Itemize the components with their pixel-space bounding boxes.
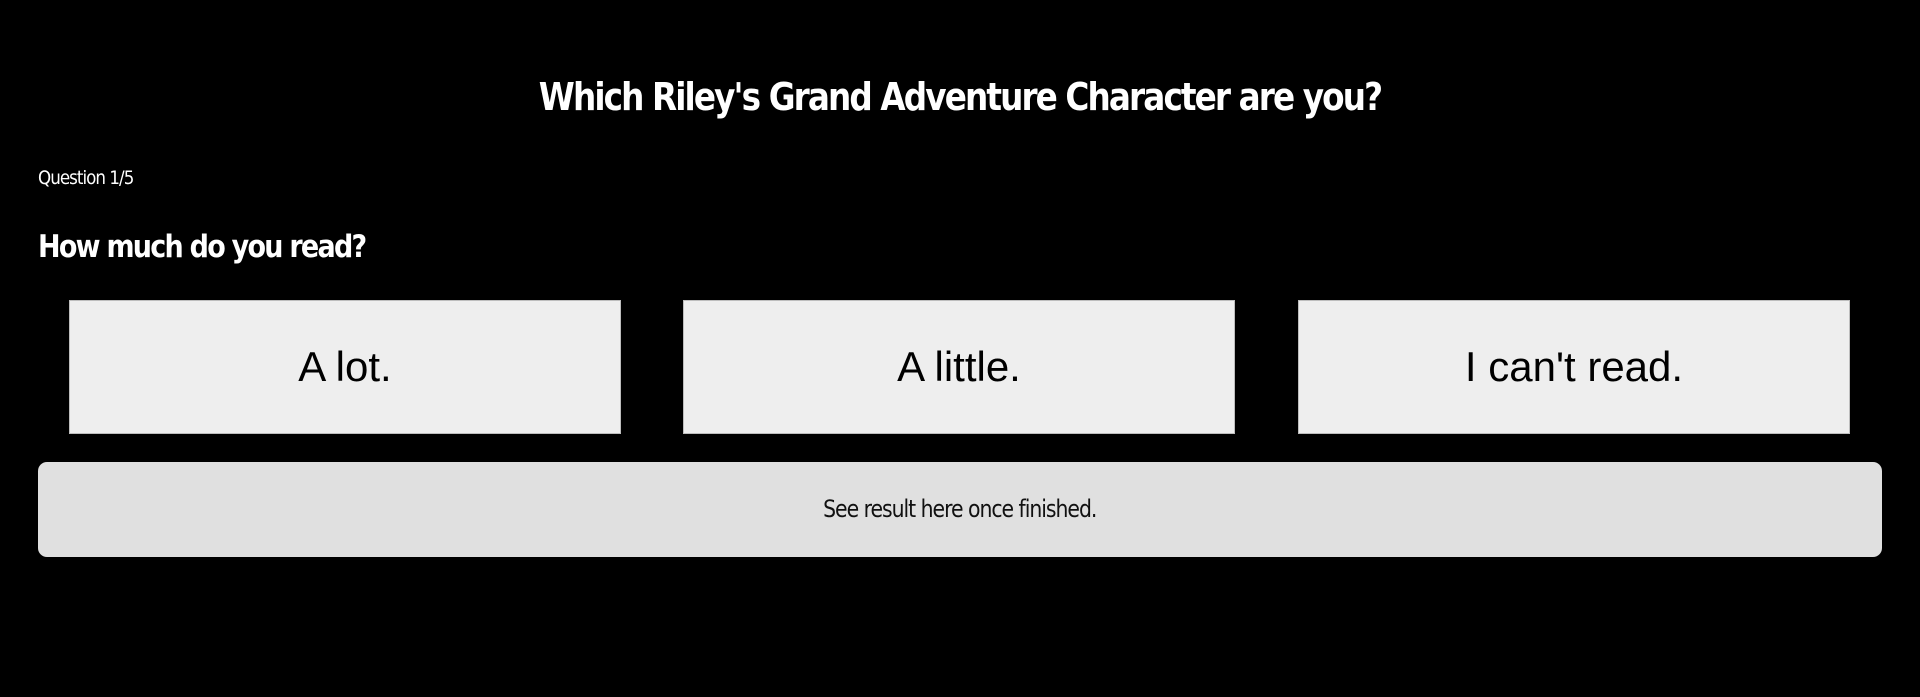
quiz-title: Which Riley's Grand Adventure Character … [538,75,1383,119]
result-placeholder-text: See result here once finished. [823,495,1097,523]
question-counter: Question 1/5 [38,167,134,189]
answer-options: A lot. A little. I can't read. [38,300,1882,434]
result-box: See result here once finished. [38,462,1882,557]
answer-button-a-little[interactable]: A little. [683,300,1235,434]
answer-button-cant-read[interactable]: I can't read. [1298,300,1850,434]
answer-button-a-lot[interactable]: A lot. [69,300,621,434]
question-text: How much do you read? [38,229,367,265]
